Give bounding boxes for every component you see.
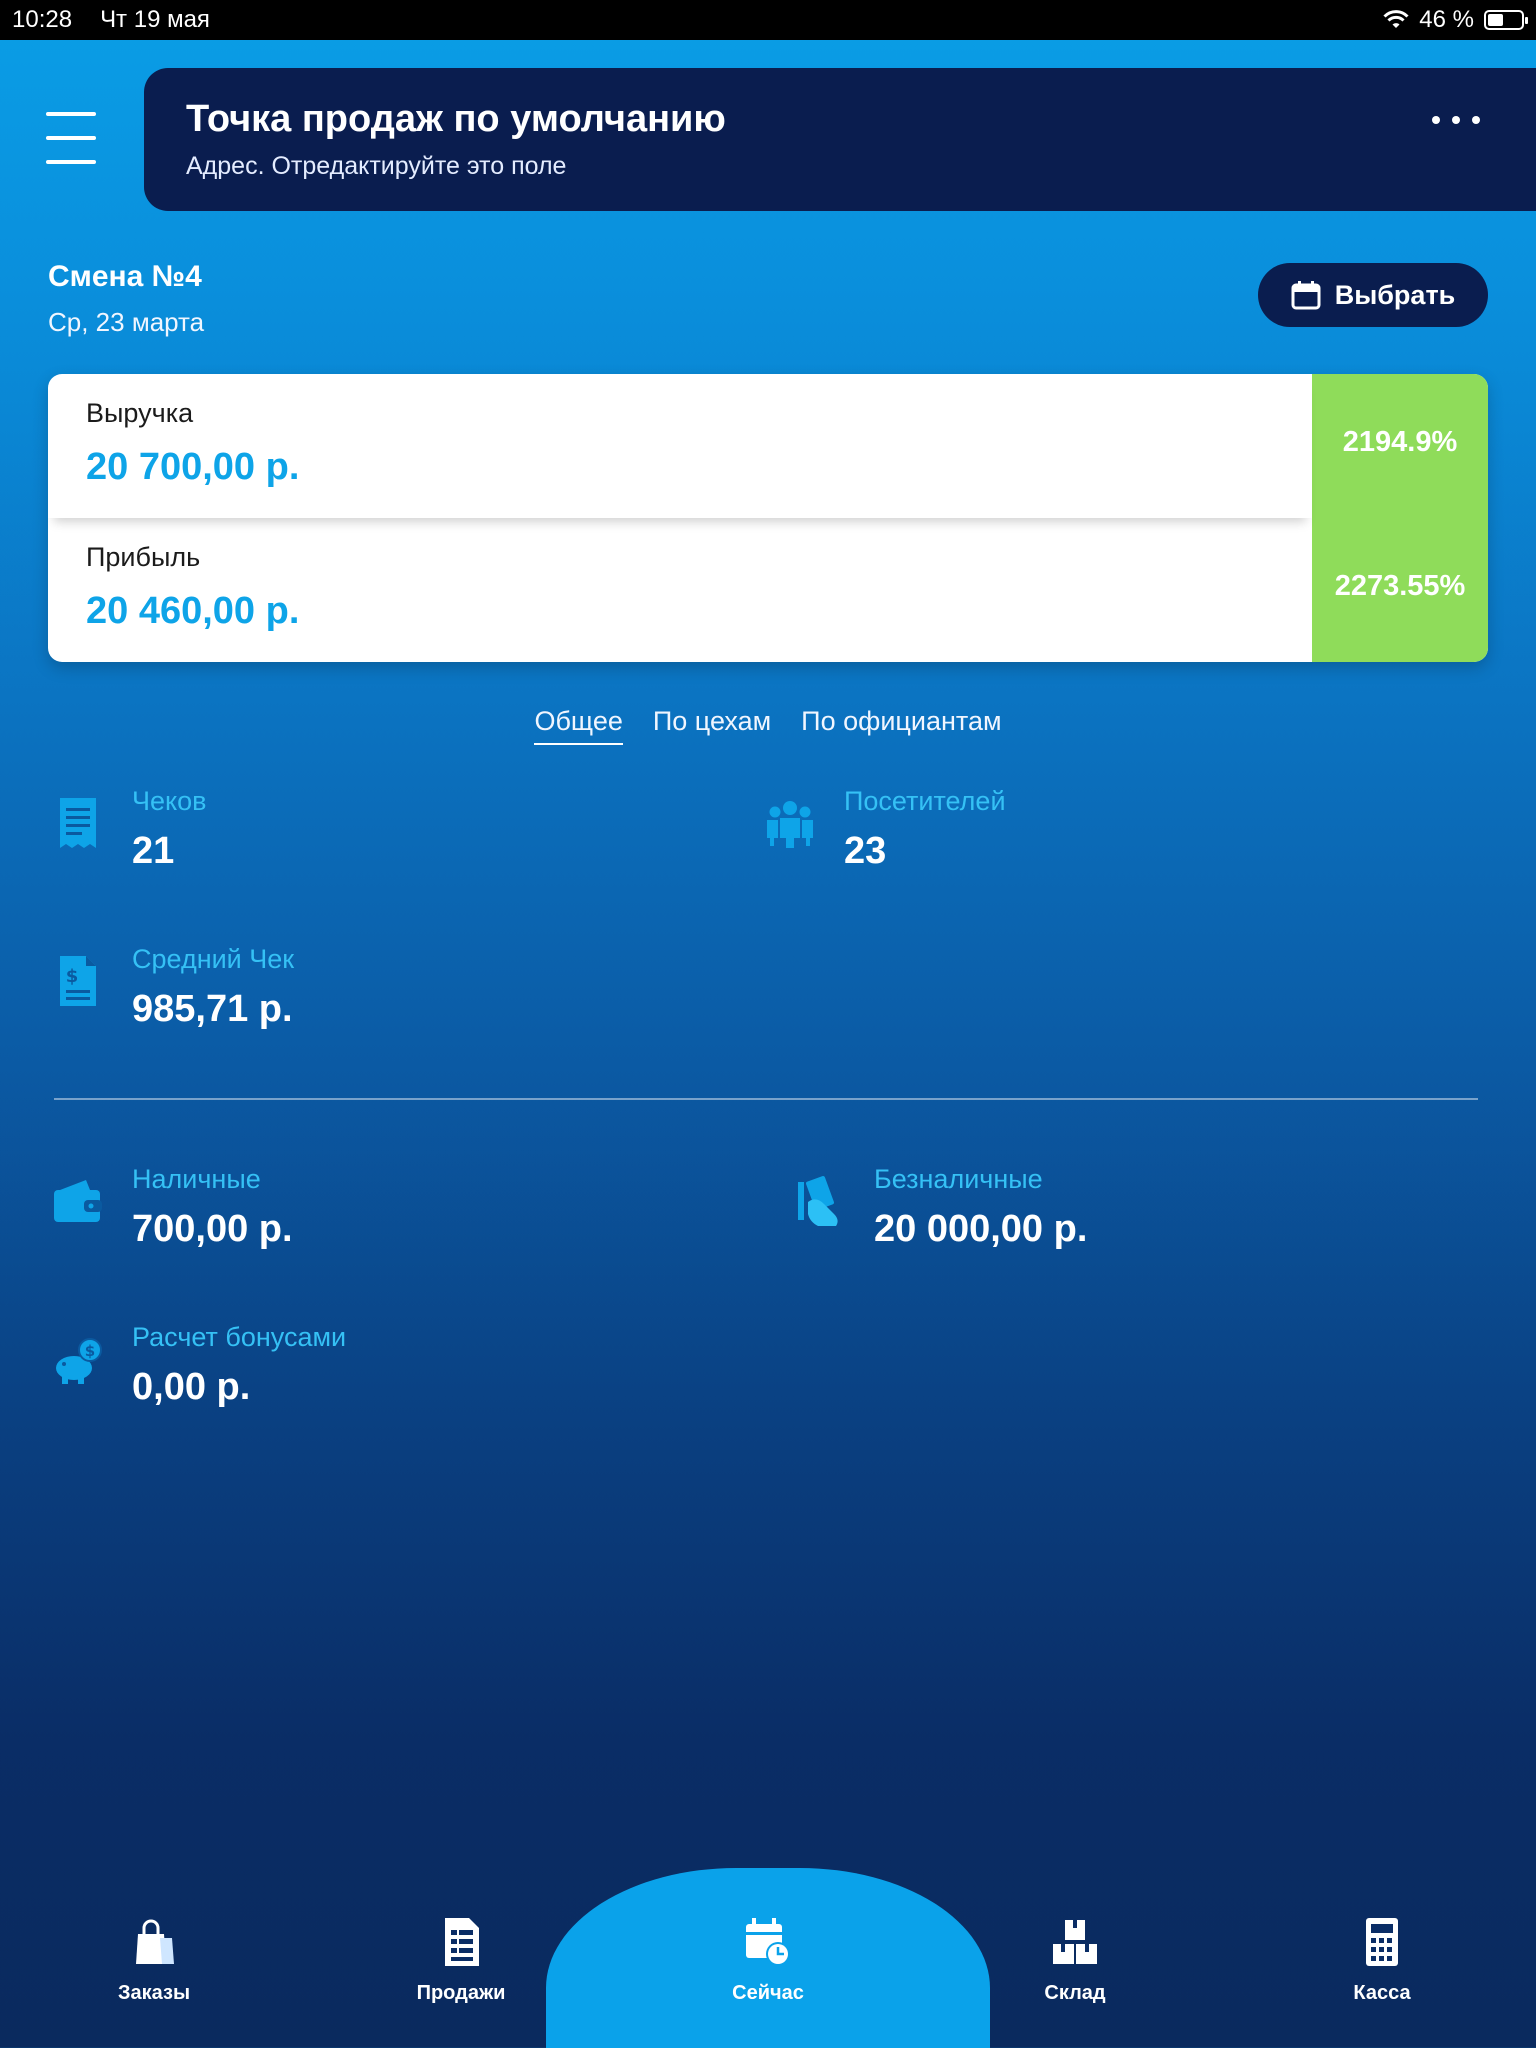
hamburger-icon[interactable] — [46, 112, 96, 164]
tab-general[interactable]: Общее — [534, 706, 623, 745]
cash-value: 700,00 р. — [132, 1208, 293, 1250]
boxes-icon — [1053, 1920, 1097, 1964]
card-hand-icon — [798, 1176, 838, 1226]
cash-label: Наличные — [132, 1164, 261, 1194]
visitors-label: Посетителей — [844, 786, 1006, 816]
nav-now-label: Сейчас — [732, 1982, 804, 2004]
cashless-label: Безналичные — [874, 1164, 1043, 1194]
nav-sales[interactable]: Продажи — [361, 1916, 561, 2005]
invoice-dollar-icon: $ — [60, 956, 96, 1006]
shift-title: Смена №4 — [48, 260, 202, 293]
profit-row[interactable]: Прибыль 20 460,00 р. — [48, 518, 1312, 662]
revenue-row[interactable]: Выручка 20 700,00 р. — [48, 374, 1312, 518]
battery-icon — [1484, 10, 1528, 30]
avg-check-value: 985,71 р. — [132, 988, 293, 1030]
profit-label: Прибыль — [86, 542, 201, 572]
wallet-icon — [54, 1180, 102, 1222]
cashless-value: 20 000,00 р. — [874, 1208, 1088, 1250]
receipt-icon — [60, 798, 96, 848]
select-shift-button[interactable]: Выбрать — [1258, 263, 1488, 327]
wifi-icon — [1383, 10, 1409, 28]
avg-check-label: Средний Чек — [132, 944, 295, 974]
nav-now[interactable]: Сейчас — [668, 1916, 868, 2005]
checks-label: Чеков — [132, 786, 207, 816]
status-time: 10:28 — [12, 6, 73, 33]
status-right: 46 % — [1383, 6, 1528, 34]
calendar-icon — [1291, 281, 1321, 310]
growth-panel — [1312, 374, 1488, 662]
shopping-bag-icon — [136, 1919, 174, 1964]
nav-orders[interactable]: Заказы — [54, 1916, 254, 2005]
nav-warehouse[interactable]: Склад — [975, 1916, 1175, 2005]
shift-date: Ср, 23 марта — [48, 307, 205, 337]
revenue-percent: 2194.9% — [1342, 426, 1458, 458]
tab-bar: Общее По цехам По официантам — [0, 706, 1536, 745]
more-dots-icon[interactable] — [1432, 116, 1480, 124]
profit-percent: 2273.55% — [1334, 570, 1466, 602]
nav-cashbox[interactable]: Касса — [1282, 1916, 1482, 2005]
battery-percent: 46 % — [1419, 6, 1474, 33]
tab-waiters[interactable]: По официантам — [801, 706, 1001, 745]
nav-orders-label: Заказы — [117, 1982, 191, 2004]
piggy-bank-icon: $ — [56, 1338, 102, 1384]
visitors-value: 23 — [844, 830, 887, 872]
profit-value: 20 460,00 р. — [86, 590, 300, 632]
revenue-label: Выручка — [86, 398, 194, 428]
people-icon — [767, 801, 813, 848]
checks-value: 21 — [132, 830, 175, 872]
bonus-label: Расчет бонусами — [132, 1322, 347, 1352]
select-shift-label: Выбрать — [1334, 279, 1456, 310]
bonus-value: 0,00 р. — [132, 1366, 251, 1408]
calendar-clock-icon — [746, 1918, 790, 1966]
header-card: Точка продаж по умолчанию Адрес. Отредак… — [144, 68, 1536, 211]
tab-workshops[interactable]: По цехам — [653, 706, 771, 745]
stats-card: Выручка 20 700,00 р. Прибыль 20 460,00 р… — [48, 374, 1488, 662]
status-bar: 10:28 Чт 19 мая 46 % — [0, 0, 1536, 40]
bottom-nav: Заказы Продажи Сейчас Склад Касса — [0, 1868, 1536, 2048]
calculator-icon — [1366, 1918, 1398, 1966]
nav-cashbox-label: Касса — [1353, 1982, 1411, 2004]
revenue-value: 20 700,00 р. — [86, 446, 300, 488]
status-date: Чт 19 мая — [100, 6, 210, 33]
section-divider — [54, 1098, 1478, 1100]
svg-text:$: $ — [66, 966, 79, 987]
svg-text:$: $ — [85, 1342, 95, 1360]
page-title: Точка продаж по умолчанию — [186, 98, 726, 140]
page-subtitle: Адрес. Отредактируйте это поле — [186, 152, 567, 180]
sales-document-icon — [445, 1918, 479, 1966]
nav-sales-label: Продажи — [416, 1982, 506, 2004]
nav-warehouse-label: Склад — [1044, 1982, 1106, 2004]
